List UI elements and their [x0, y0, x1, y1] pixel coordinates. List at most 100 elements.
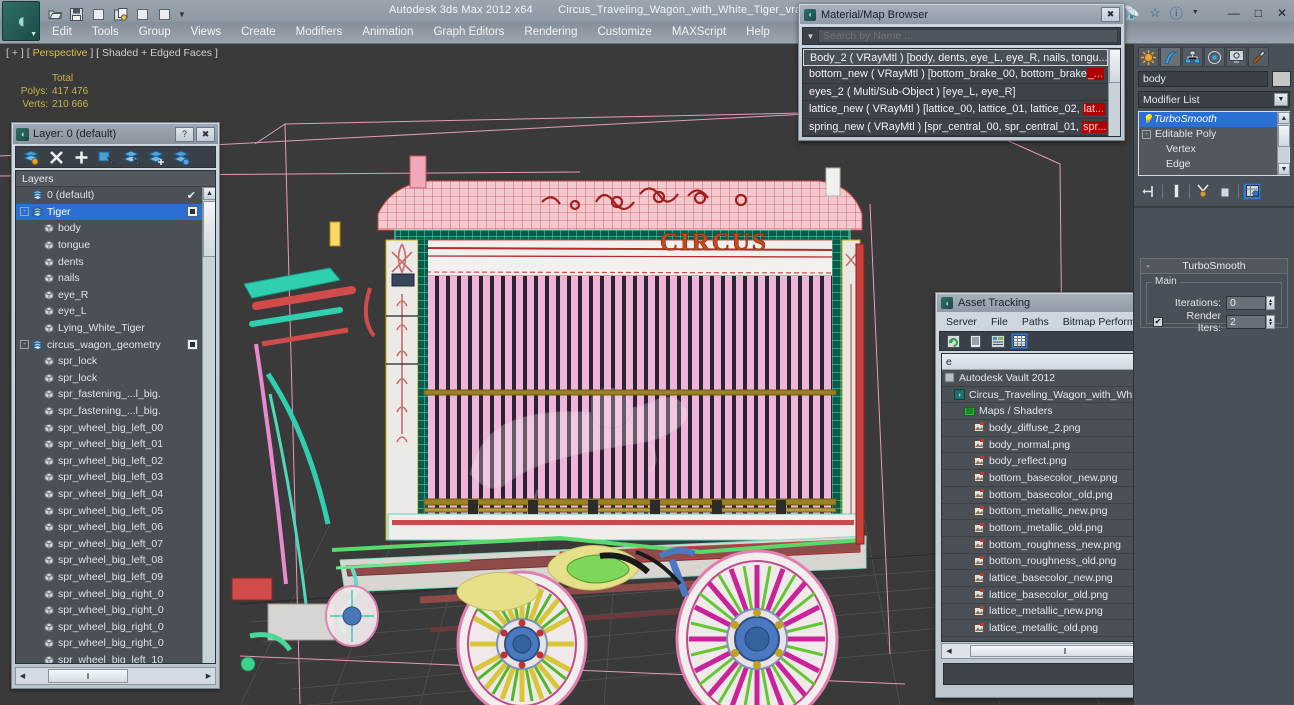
- configure-sets-icon[interactable]: [1243, 182, 1261, 200]
- material-row[interactable]: bottom_new ( VRayMtl ) [bottom_brake_00,…: [803, 66, 1108, 84]
- stack-vertical-scrollbar[interactable]: ▲ ▼: [1277, 112, 1290, 175]
- motion-tab[interactable]: [1204, 47, 1225, 67]
- layer-item-spr-wheel-big-left-01[interactable]: spr_wheel_big_left_01: [16, 436, 202, 453]
- quick-access-more-button[interactable]: ▼: [176, 6, 188, 22]
- material-search-input[interactable]: [818, 29, 1118, 43]
- remove-modifier-icon[interactable]: [1216, 183, 1234, 200]
- chevron-down-icon[interactable]: ▼: [1274, 93, 1288, 106]
- layer-item-dents[interactable]: dents: [16, 253, 202, 270]
- asset-menu-file[interactable]: File: [984, 316, 1015, 328]
- asset-menu-server[interactable]: Server: [939, 316, 984, 328]
- render-iters-value[interactable]: 2: [1226, 314, 1266, 329]
- layer-vertical-scrollbar[interactable]: ▲: [202, 187, 215, 663]
- layer-item-spr-wheel-big-left-10[interactable]: spr_wheel_big_left_10: [16, 652, 202, 663]
- layer-item-spr-wheel-big-left-09[interactable]: spr_wheel_big_left_09: [16, 569, 202, 586]
- layer-item-0-default-[interactable]: 0 (default) ✔: [16, 187, 202, 204]
- redo-button[interactable]: [112, 6, 129, 22]
- layer-item-spr-lock[interactable]: spr_lock: [16, 353, 202, 370]
- material-row[interactable]: lattice_new ( VRayMtl ) [lattice_00, lat…: [803, 101, 1108, 119]
- layer-item-spr-fastening-l-big-[interactable]: spr_fastening_...l_big.: [16, 403, 202, 420]
- modifier-stack-container[interactable]: 💡 TurboSmooth - Editable Poly Vertex Edge ▲ ▼: [1138, 111, 1290, 176]
- iterations-stepper[interactable]: ▲ ▼: [1266, 295, 1275, 310]
- layer-item-lying-white-tiger[interactable]: Lying_White_Tiger: [16, 320, 202, 337]
- menu-item-modifiers[interactable]: Modifiers: [286, 24, 353, 40]
- layer-item-spr-wheel-big-left-06[interactable]: spr_wheel_big_left_06: [16, 519, 202, 536]
- layer-list-container[interactable]: Layers 0 (default) ✔ - Tiger body tongue dents…: [15, 170, 216, 664]
- save-file-button[interactable]: [68, 6, 85, 22]
- layer-item-tiger[interactable]: - Tiger: [16, 203, 202, 221]
- layer-help-button[interactable]: ?: [175, 126, 194, 142]
- layer-item-nails[interactable]: nails: [16, 270, 202, 287]
- hscroll-thumb[interactable]: ‖: [48, 669, 128, 683]
- layer-item-spr-wheel-big-left-08[interactable]: spr_wheel_big_left_08: [16, 552, 202, 569]
- layer-item-spr-wheel-big-left-02[interactable]: spr_wheel_big_left_02: [16, 453, 202, 470]
- modifier-stack-item-vertex[interactable]: Vertex: [1139, 142, 1277, 157]
- show-end-result-icon[interactable]: [1167, 183, 1185, 200]
- pin-stack-icon[interactable]: [1140, 183, 1158, 200]
- current-layer-check[interactable]: ✔: [187, 189, 196, 202]
- scroll-up-arrow[interactable]: ▲: [1278, 112, 1290, 124]
- layer-item-body[interactable]: body: [16, 220, 202, 237]
- new-layer-icon[interactable]: [20, 148, 42, 166]
- rollout-collapse-toggle[interactable]: -: [1141, 260, 1155, 272]
- render-iters-row[interactable]: ✔ Render Iters: 2 ▲ ▼: [1153, 310, 1275, 334]
- max-logo-button[interactable]: ◖ ▼: [2, 1, 40, 41]
- layer-item-spr-wheel-big-left-04[interactable]: spr_wheel_big_left_04: [16, 486, 202, 503]
- create-tab[interactable]: [1138, 47, 1159, 67]
- layer-horizontal-scrollbar[interactable]: ◀ ‖ ▶: [15, 667, 216, 685]
- open-file-button[interactable]: [46, 6, 63, 22]
- layer-item-spr-wheel-big-left-05[interactable]: spr_wheel_big_left_05: [16, 502, 202, 519]
- material-list-container[interactable]: Body_2 ( VRayMtl ) [body, dents, eye_L, …: [802, 48, 1121, 137]
- layer-close-button[interactable]: ✖: [196, 126, 215, 142]
- menu-item-tools[interactable]: Tools: [82, 24, 129, 40]
- select-highlight-icon[interactable]: [120, 148, 142, 166]
- close-button[interactable]: ✕: [1274, 6, 1290, 20]
- add-selection-icon[interactable]: [145, 148, 167, 166]
- material-row[interactable]: Body_2 ( VRayMtl ) [body, dents, eye_L, …: [803, 49, 1108, 66]
- expander-toggle[interactable]: -: [20, 207, 29, 217]
- menu-item-rendering[interactable]: Rendering: [514, 24, 587, 40]
- material-browser-titlebar[interactable]: ◖ Material/Map Browser ✖: [800, 5, 1123, 24]
- material-vertical-scrollbar[interactable]: [1108, 49, 1120, 136]
- modifier-stack-item-editable-poly[interactable]: - Editable Poly: [1139, 127, 1277, 142]
- minimize-button[interactable]: —: [1225, 6, 1243, 20]
- lightbulb-icon[interactable]: 💡: [1142, 112, 1154, 127]
- material-list[interactable]: Body_2 ( VRayMtl ) [body, dents, eye_L, …: [803, 49, 1108, 136]
- layer-item-spr-wheel-big-right-0[interactable]: spr_wheel_big_right_0: [16, 585, 202, 602]
- delete-layer-icon[interactable]: [45, 148, 67, 166]
- tree-view-icon[interactable]: [989, 333, 1006, 349]
- menu-item-help[interactable]: Help: [736, 24, 780, 40]
- menu-item-edit[interactable]: Edit: [42, 24, 82, 40]
- render-iters-checkbox[interactable]: ✔: [1153, 316, 1163, 327]
- menu-item-maxscript[interactable]: MAXScript: [662, 24, 736, 40]
- menu-item-views[interactable]: Views: [181, 24, 231, 40]
- material-browser-close-button[interactable]: ✖: [1101, 7, 1120, 22]
- hscroll-thumb[interactable]: ‖: [970, 645, 1160, 657]
- menu-item-graph-editors[interactable]: Graph Editors: [423, 24, 514, 40]
- asset-menu-paths[interactable]: Paths: [1015, 316, 1056, 328]
- star-icon[interactable]: ☆: [1149, 5, 1161, 21]
- add-layer-icon[interactable]: [70, 148, 92, 166]
- layer-panel-titlebar[interactable]: ◖ Layer: 0 (default) ? ✖: [13, 124, 218, 144]
- expander-toggle[interactable]: -: [20, 340, 29, 350]
- iterations-value[interactable]: 0: [1226, 295, 1266, 310]
- help-icon[interactable]: ⓘ: [1170, 3, 1183, 22]
- help-caret-icon[interactable]: ▼: [1192, 9, 1199, 16]
- material-search-bar[interactable]: ▼: [802, 27, 1121, 45]
- layer-item-spr-lock[interactable]: spr_lock: [16, 370, 202, 387]
- object-name-field[interactable]: body: [1138, 71, 1268, 87]
- refresh-icon[interactable]: [945, 333, 962, 349]
- material-row[interactable]: eyes_2 ( Multi/Sub-Object ) [eye_L, eye_…: [803, 84, 1108, 101]
- modifier-stack-item-turbosmooth[interactable]: 💡 TurboSmooth: [1139, 112, 1277, 127]
- layer-item-eye-l[interactable]: eye_L: [16, 303, 202, 320]
- hide-toggle[interactable]: [187, 206, 198, 218]
- command-panel-tabs[interactable]: [1138, 46, 1290, 68]
- scroll-thumb[interactable]: [1278, 125, 1290, 147]
- layer-item-spr-wheel-big-right-0[interactable]: spr_wheel_big_right_0: [16, 602, 202, 619]
- layer-explorer-panel[interactable]: ◖ Layer: 0 (default) ? ✖ Layers 0 (defau…: [11, 122, 220, 689]
- layer-item-spr-fastening-l-big-[interactable]: spr_fastening_...l_big.: [16, 386, 202, 403]
- rollout-header[interactable]: - TurboSmooth: [1141, 259, 1287, 274]
- scroll-thumb[interactable]: [1109, 49, 1120, 83]
- layer-item-spr-wheel-big-right-0[interactable]: spr_wheel_big_right_0: [16, 635, 202, 652]
- scroll-left-arrow[interactable]: ◀: [16, 670, 29, 683]
